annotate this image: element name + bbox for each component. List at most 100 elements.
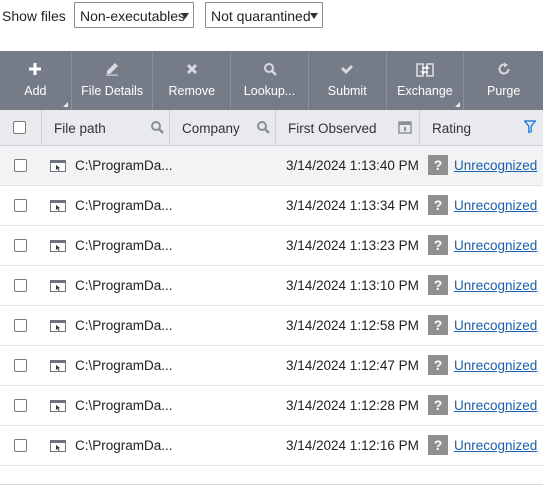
table-row[interactable]: C:\ProgramDa... 3/14/2024 1:13:40 PM? Unre… [0,146,543,186]
row-checkbox[interactable] [14,279,27,292]
rating-link[interactable]: Unrecognized [454,318,537,333]
purge-button[interactable]: Purge [464,51,543,110]
first-observed-cell: 3/14/2024 1:12:58 PM [286,318,419,333]
unknown-rating-icon: ? [428,355,448,375]
row-checkbox[interactable] [14,319,27,332]
file-path-cell: C:\ProgramDa... [75,198,173,213]
executable-file-icon [50,359,66,378]
checkmark-icon [309,62,386,78]
file-path-cell: C:\ProgramDa... [75,438,173,453]
table-header: File path Company First Observed Rating [0,110,543,146]
x-icon [153,62,230,78]
rating-link[interactable]: Unrecognized [454,278,537,293]
lookup-button[interactable]: Lookup... [231,51,309,110]
first-observed-cell: 3/14/2024 1:13:40 PM [286,158,419,173]
remove-button[interactable]: Remove [153,51,232,110]
column-first-observed[interactable]: First Observed [276,110,420,145]
search-icon[interactable] [150,120,164,137]
executable-file-icon [50,199,66,218]
unknown-rating-icon: ? [428,275,448,295]
search-icon[interactable] [256,120,270,137]
unknown-rating-icon: ? [428,235,448,255]
rating-link[interactable]: Unrecognized [454,158,537,173]
refresh-icon [464,62,543,78]
file-path-cell: C:\ProgramDa... [75,398,173,413]
rating-link[interactable]: Unrecognized [454,238,537,253]
exchange-button[interactable]: Exchange [387,51,465,110]
exchange-icon [387,62,464,78]
file-path-header: File path [54,121,106,136]
table-bottom-divider [0,484,543,485]
unknown-rating-icon: ? [428,315,448,335]
rating-header: Rating [432,121,472,136]
select-all-cell [0,110,42,145]
dropdown-corner-icon [455,102,461,107]
row-checkbox[interactable] [14,399,27,412]
file-table-body: C:\ProgramDa... 3/14/2024 1:13:40 PM? Unre… [0,146,543,466]
first-observed-header: First Observed [288,121,377,136]
lookup-label: Lookup... [243,84,296,98]
filter-bar: Show files Non-executables Not quarantin… [0,0,543,32]
executable-file-icon [50,279,66,298]
first-observed-cell: 3/14/2024 1:12:16 PM [286,438,419,453]
first-observed-cell: 3/14/2024 1:13:10 PM [286,278,419,293]
file-path-cell: C:\ProgramDa... [75,158,173,173]
first-observed-cell: 3/14/2024 1:13:34 PM [286,198,419,213]
table-row[interactable]: C:\ProgramDa... 3/14/2024 1:12:58 PM? Unre… [0,306,543,346]
file-details-label: File Details [81,84,143,98]
row-checkbox[interactable] [14,359,27,372]
first-observed-cell: 3/14/2024 1:12:28 PM [286,398,419,413]
quarantine-select[interactable]: Not quarantined [205,2,323,28]
rating-link[interactable]: Unrecognized [454,358,537,373]
rating-link[interactable]: Unrecognized [454,438,537,453]
remove-label: Remove [168,84,216,98]
column-file-path[interactable]: File path [42,110,170,145]
row-checkbox[interactable] [14,239,27,252]
executable-file-icon [50,439,66,458]
unknown-rating-icon: ? [428,195,448,215]
file-path-cell: C:\ProgramDa... [75,358,173,373]
file-path-cell: C:\ProgramDa... [75,238,173,253]
table-row[interactable]: C:\ProgramDa... 3/14/2024 1:12:28 PM? Unre… [0,386,543,426]
unknown-rating-icon: ? [428,395,448,415]
file-path-cell: C:\ProgramDa... [75,278,173,293]
executable-file-icon [50,159,66,178]
pencil-icon [72,62,153,78]
submit-button[interactable]: Submit [309,51,387,110]
table-row[interactable]: C:\ProgramDa... 3/14/2024 1:13:10 PM? Unre… [0,266,543,306]
executable-file-icon [50,399,66,418]
file-path-cell: C:\ProgramDa... [75,318,173,333]
plus-icon [0,62,71,78]
chevron-down-icon [310,13,318,19]
add-button[interactable]: Add [0,51,72,110]
file-type-value: Non-executables [80,8,186,24]
file-type-select[interactable]: Non-executables [74,2,194,28]
table-row[interactable]: C:\ProgramDa... 3/14/2024 1:12:47 PM? Unre… [0,346,543,386]
action-toolbar: Add File Details Remove Lookup... Submit… [0,51,543,110]
search-icon [231,62,308,78]
table-row[interactable]: C:\ProgramDa... 3/14/2024 1:13:34 PM? Unre… [0,186,543,226]
column-rating[interactable]: Rating [420,110,543,145]
exchange-label: Exchange [397,84,453,98]
chevron-down-icon [181,13,189,19]
add-label: Add [24,84,47,98]
file-details-button[interactable]: File Details [72,51,154,110]
dropdown-corner-icon [62,102,68,107]
calendar-icon[interactable] [398,120,412,137]
row-checkbox[interactable] [14,159,27,172]
column-company[interactable]: Company [170,110,276,145]
quarantine-value: Not quarantined [211,8,311,24]
row-checkbox[interactable] [14,199,27,212]
row-checkbox[interactable] [14,439,27,452]
select-all-checkbox[interactable] [13,121,26,134]
rating-link[interactable]: Unrecognized [454,198,537,213]
executable-file-icon [50,319,66,338]
unknown-rating-icon: ? [428,155,448,175]
first-observed-cell: 3/14/2024 1:13:23 PM [286,238,419,253]
table-row[interactable]: C:\ProgramDa... 3/14/2024 1:13:23 PM? Unre… [0,226,543,266]
filter-icon[interactable] [522,120,538,136]
table-row[interactable]: C:\ProgramDa... 3/14/2024 1:12:16 PM? Unre… [0,426,543,466]
purge-label: Purge [486,84,521,98]
unknown-rating-icon: ? [428,435,448,455]
rating-link[interactable]: Unrecognized [454,398,537,413]
